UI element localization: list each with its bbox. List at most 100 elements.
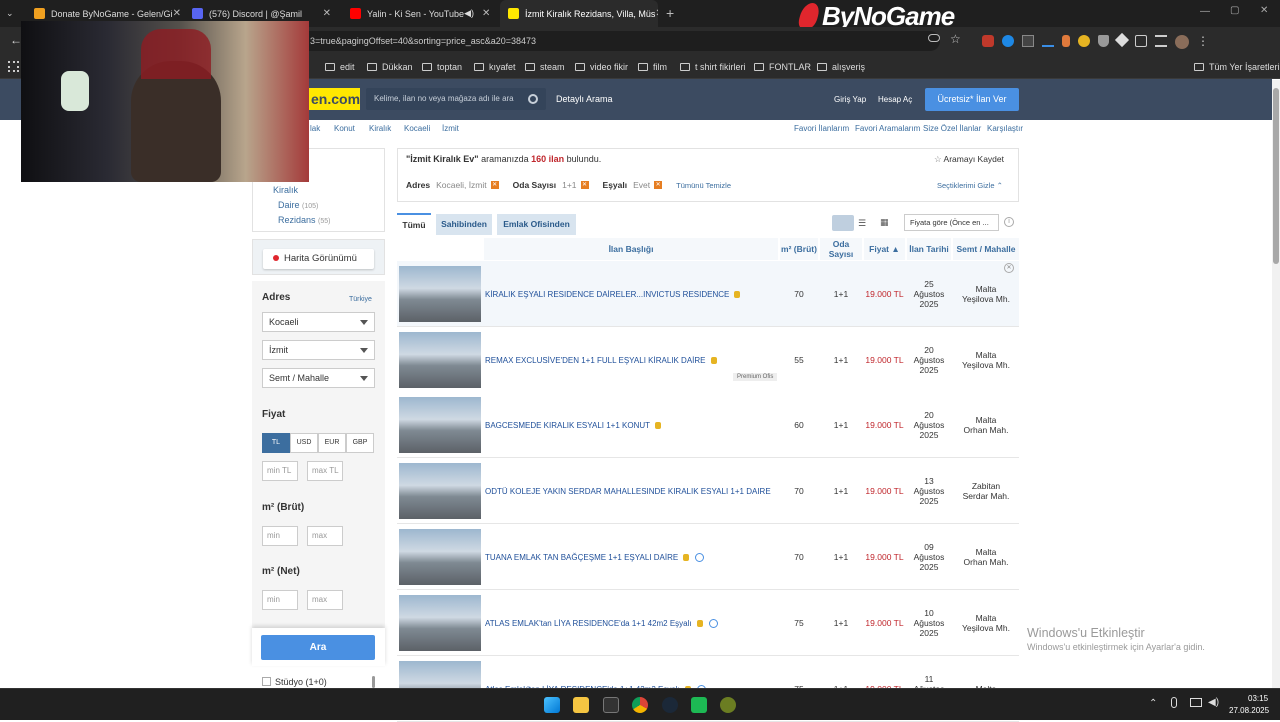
listing-title[interactable]: ODTÜ KOLEJE YAKIN SERDAR MAHALLESINDE KI… [485,487,771,496]
category-kiralik[interactable]: Kiralık [273,185,298,195]
listing-thumbnail[interactable] [399,266,481,322]
tray-chevron-icon[interactable]: ⌃ [1149,698,1157,709]
speaker-icon[interactable]: ◀) [464,8,474,19]
tab-youtube[interactable]: Yalin - Ki Sen - YouTube ◀) ✕ [342,0,497,27]
breadcrumb-item[interactable]: İzmit [442,124,459,133]
view-grid-icon[interactable]: ▦ [880,217,889,228]
tray-mic-icon[interactable] [1171,697,1177,708]
district-select[interactable]: İzmit [262,340,375,360]
window-close-button[interactable]: ✕ [1260,5,1268,16]
listing-thumbnail[interactable] [399,595,481,651]
compare-link[interactable]: Karşılaştır [987,124,1023,133]
map-view-button[interactable]: Harita Görünümü [263,249,374,269]
profile-avatar[interactable] [1175,35,1189,49]
bookmark-toptan[interactable]: toptan [422,55,462,79]
listing-row[interactable]: ATLAS EMLAK'tan LİYA RESIDENCE'da 1+1 42… [397,590,1019,656]
puzzle-icon[interactable] [1135,35,1147,47]
search-submit-button[interactable]: Ara [261,635,375,660]
window-minimize-button[interactable]: — [1200,6,1210,17]
listing-title-cell[interactable]: ODTÜ KOLEJE YAKIN SERDAR MAHALLESINDE KI… [485,458,775,524]
window-maximize-button[interactable]: ▢ [1230,5,1239,16]
listing-row[interactable]: KİRALIK EŞYALI RESIDENCE DAİRELER...INVI… [397,261,1019,327]
neighborhood-select[interactable]: Semt / Mahalle [262,368,375,388]
bookmark-film[interactable]: film [638,55,667,79]
studio-checkbox[interactable] [262,677,271,686]
tab-agency[interactable]: Emlak Ofisinden [497,214,576,235]
m2-net-max-input[interactable]: max [307,590,343,610]
listing-row[interactable]: ODTÜ KOLEJE YAKIN SERDAR MAHALLESINDE KI… [397,458,1019,524]
currency-eur[interactable]: EUR [318,433,346,453]
currency-tl[interactable]: TL [262,433,290,453]
favorite-ads-link[interactable]: Favori İlanlarım [794,124,849,133]
ext-sw-icon[interactable] [1022,35,1034,47]
hide-selected-link[interactable]: Seçtiklerimi Gizle ⌃ [937,181,1003,190]
close-tab-icon[interactable]: ✕ [482,8,490,19]
tab-owner[interactable]: Sahibinden [436,214,492,235]
clear-all-link[interactable]: Tümünü Temizle [676,181,731,190]
col-title[interactable]: İlan Başlığı [484,238,778,260]
page-scrollbar[interactable] [1272,80,1280,688]
close-tab-icon[interactable]: ✕ [323,8,331,19]
listing-title-cell[interactable]: KİRALIK EŞYALI RESIDENCE DAİRELER...INVI… [485,261,775,327]
ext-blue-icon[interactable] [1002,35,1014,47]
adblock-icon[interactable] [982,35,994,47]
bookmark-alisveris[interactable]: alışveriş [817,55,865,79]
bookmark-steam[interactable]: steam [525,55,565,79]
windows-start-icon[interactable] [544,697,560,713]
col-date[interactable]: İlan Tarihi [907,238,951,260]
filter-chip-furnished[interactable]: Evet [633,180,650,190]
listing-title[interactable]: ATLAS EMLAK'tan LİYA RESIDENCE'da 1+1 42… [485,619,692,628]
bookmark-fontlar[interactable]: FONTLAR [754,55,811,79]
tab-all[interactable]: Tümü [397,213,431,235]
clock-time[interactable]: 03:15 [1248,694,1268,703]
tab-sahibinden[interactable]: İzmit Kiralık Rezidans, Villa, Müs✕ [500,0,658,27]
search-icon[interactable] [528,94,538,104]
currency-usd[interactable]: USD [290,433,318,453]
max-price-input[interactable]: max TL [307,461,343,481]
city-select[interactable]: Kocaeli [262,312,375,332]
detailed-search-link[interactable]: Detaylı Arama [556,94,613,104]
listing-thumbnail[interactable] [399,463,481,519]
shield-icon[interactable] [1098,35,1109,47]
filter-chip-rooms[interactable]: 1+1 [562,180,576,190]
remove-filter-icon[interactable]: ✕ [490,181,499,189]
listing-row[interactable]: REMAX EXCLUSİVE'DEN 1+1 FULL EŞYALI KİRA… [397,327,1019,393]
filter-scrollbar[interactable] [372,676,375,688]
filter-chip-address[interactable]: Kocaeli, İzmit [436,180,487,190]
remove-filter-icon[interactable]: ✕ [654,181,663,189]
listing-title[interactable]: TUANA EMLAK TAN BAĞÇEŞME 1+1 EŞYALI DAİR… [485,553,678,562]
listing-title[interactable]: BAGCESMEDE KIRALIK ESYALI 1+1 KONUT [485,421,650,430]
listing-row[interactable]: TUANA EMLAK TAN BAĞÇEŞME 1+1 EŞYALI DAİR… [397,524,1019,590]
save-search-link[interactable]: ☆ Aramayı Kaydet [934,154,1004,165]
site-logo[interactable]: en.com [308,88,360,110]
col-price[interactable]: Fiyat ▲ [864,238,905,260]
site-search-input[interactable]: Kelime, ilan no veya mağaza adı ile ara [366,88,546,110]
listing-title-cell[interactable]: REMAX EXCLUSİVE'DEN 1+1 FULL EŞYALI KİRA… [485,327,775,393]
tab-search-icon[interactable]: ⌄ [6,8,18,20]
star-icon[interactable]: ☆ [950,32,961,46]
video-icon[interactable] [695,552,705,562]
media-icon[interactable] [1155,35,1167,47]
tray-display-icon[interactable] [1190,698,1202,707]
app-green-icon[interactable] [691,697,707,713]
menu-dots-icon[interactable]: ⋮ [1197,35,1209,49]
favorite-searches-link[interactable]: Favori Aramalarım [855,124,920,133]
col-m2[interactable]: m² (Brüt) [780,238,818,260]
breadcrumb-item[interactable]: Kiralık [369,124,391,133]
register-link[interactable]: Hesap Aç [878,95,912,104]
file-explorer-icon[interactable] [573,697,589,713]
close-tab-icon[interactable]: ✕ [173,8,181,19]
listing-thumbnail[interactable] [399,332,481,388]
special-ads-link[interactable]: Size Özel İlanlar [923,124,981,133]
m2-brut-min-input[interactable]: min [262,526,298,546]
remove-filter-icon[interactable]: ✕ [580,181,589,189]
category-daire[interactable]: Daire (105) [278,200,318,210]
col-rooms[interactable]: Oda Sayısı [820,238,862,260]
video-icon[interactable] [708,618,718,628]
category-rezidans[interactable]: Rezidans (55) [278,215,331,225]
view-list-icon[interactable]: ☰ [858,218,866,229]
steam-icon[interactable] [662,697,678,713]
listing-title-cell[interactable]: ATLAS EMLAK'tan LİYA RESIDENCE'da 1+1 42… [485,590,775,656]
listing-title-cell[interactable]: TUANA EMLAK TAN BAĞÇEŞME 1+1 EŞYALI DAİR… [485,524,775,590]
ext-coin-icon[interactable] [1078,35,1090,47]
